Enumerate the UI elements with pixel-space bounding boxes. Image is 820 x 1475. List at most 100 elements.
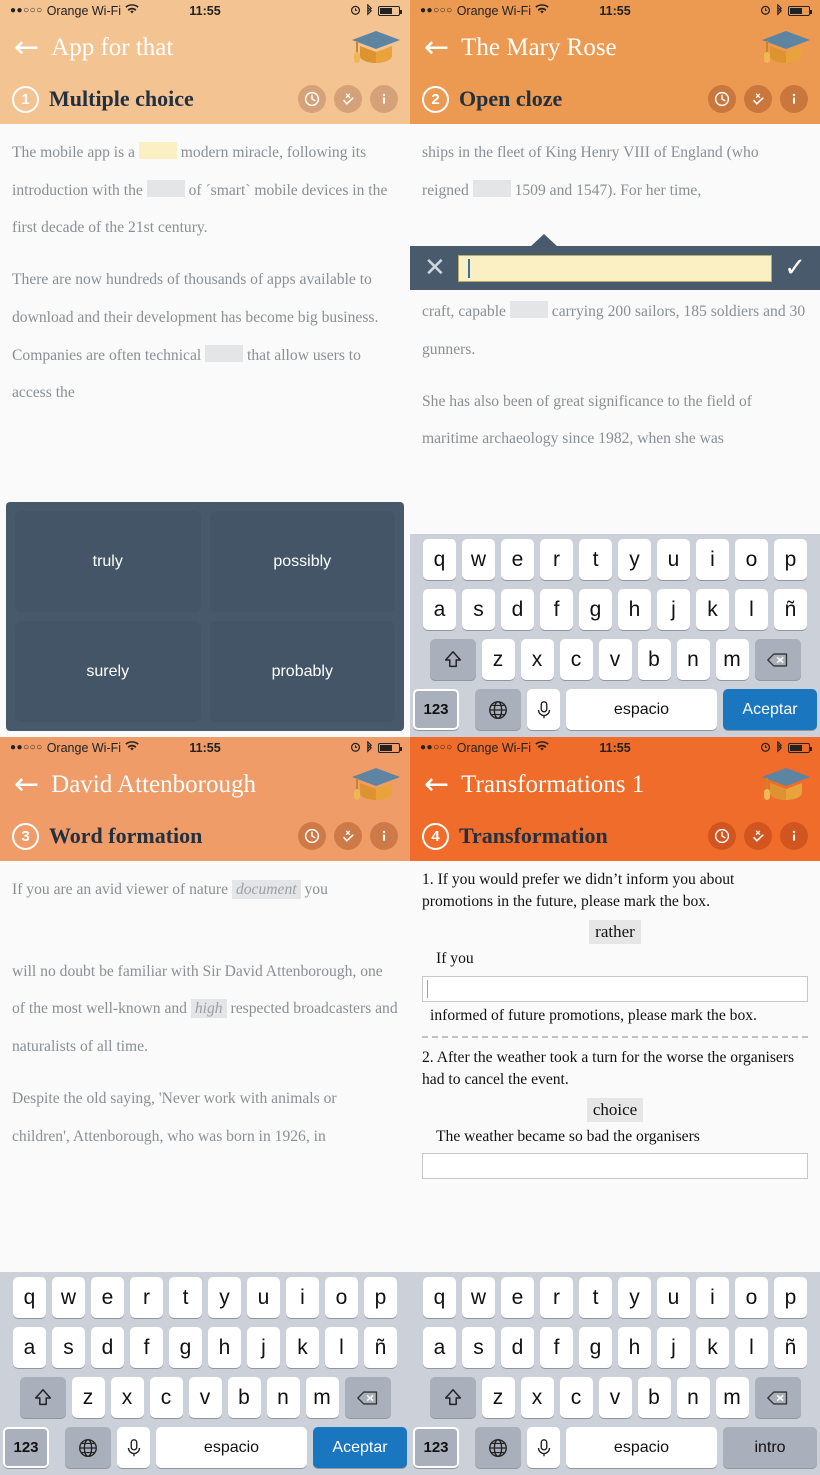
key-l[interactable]: l bbox=[735, 589, 768, 630]
key-a[interactable]: a bbox=[423, 589, 456, 630]
key-i[interactable]: i bbox=[286, 1277, 319, 1318]
key-h[interactable]: h bbox=[618, 589, 651, 630]
key-t[interactable]: t bbox=[579, 1277, 612, 1318]
word-prompt-chip[interactable]: document bbox=[231, 880, 301, 899]
key-n[interactable]: n bbox=[676, 1377, 710, 1418]
backspace-icon[interactable] bbox=[754, 639, 801, 680]
numbers-key[interactable]: 123 bbox=[413, 689, 459, 730]
key-c[interactable]: c bbox=[559, 1377, 593, 1418]
word-prompt-chip[interactable]: high bbox=[190, 999, 227, 1019]
option-button[interactable]: truly bbox=[15, 511, 201, 612]
key-p[interactable]: p bbox=[774, 539, 807, 580]
key-d[interactable]: d bbox=[91, 1327, 124, 1368]
option-button[interactable]: possibly bbox=[209, 511, 395, 612]
space-key[interactable]: espacio bbox=[156, 1427, 307, 1468]
key-o[interactable]: o bbox=[325, 1277, 358, 1318]
key-r[interactable]: r bbox=[130, 1277, 163, 1318]
check-x-icon[interactable] bbox=[334, 822, 362, 850]
option-button[interactable]: probably bbox=[209, 621, 395, 722]
key-s[interactable]: s bbox=[462, 589, 495, 630]
key-m[interactable]: m bbox=[305, 1377, 339, 1418]
key-f[interactable]: f bbox=[540, 589, 573, 630]
info-icon[interactable] bbox=[780, 822, 808, 850]
enter-key[interactable]: intro bbox=[723, 1427, 817, 1468]
numbers-key[interactable]: 123 bbox=[413, 1427, 459, 1468]
key-b[interactable]: b bbox=[637, 1377, 671, 1418]
info-icon[interactable] bbox=[780, 85, 808, 113]
microphone-icon[interactable] bbox=[117, 1427, 150, 1468]
key-u[interactable]: u bbox=[657, 1277, 690, 1318]
space-key[interactable]: espacio bbox=[566, 1427, 717, 1468]
blank-field[interactable] bbox=[472, 179, 511, 197]
key-p[interactable]: p bbox=[774, 1277, 807, 1318]
clock-icon[interactable] bbox=[708, 822, 736, 850]
key-r[interactable]: r bbox=[540, 539, 573, 580]
key-d[interactable]: d bbox=[501, 1327, 534, 1368]
key-e[interactable]: e bbox=[501, 539, 534, 580]
key-g[interactable]: g bbox=[579, 1327, 612, 1368]
clock-icon[interactable] bbox=[298, 822, 326, 850]
key-b[interactable]: b bbox=[227, 1377, 261, 1418]
key-enye[interactable]: ñ bbox=[774, 1327, 807, 1368]
key-j[interactable]: j bbox=[247, 1327, 280, 1368]
cancel-answer-icon[interactable]: ✕ bbox=[424, 255, 446, 281]
microphone-icon[interactable] bbox=[527, 689, 560, 730]
answer-input[interactable] bbox=[457, 254, 773, 282]
key-x[interactable]: x bbox=[110, 1377, 144, 1418]
key-d[interactable]: d bbox=[501, 589, 534, 630]
key-k[interactable]: k bbox=[286, 1327, 319, 1368]
key-o[interactable]: o bbox=[735, 1277, 768, 1318]
blank-field[interactable] bbox=[205, 344, 244, 362]
option-button[interactable]: surely bbox=[15, 621, 201, 722]
key-a[interactable]: a bbox=[13, 1327, 46, 1368]
key-f[interactable]: f bbox=[130, 1327, 163, 1368]
key-l[interactable]: l bbox=[325, 1327, 358, 1368]
key-o[interactable]: o bbox=[735, 539, 768, 580]
key-k[interactable]: k bbox=[696, 1327, 729, 1368]
key-v[interactable]: v bbox=[598, 639, 632, 680]
key-h[interactable]: h bbox=[208, 1327, 241, 1368]
key-q[interactable]: q bbox=[423, 539, 456, 580]
key-x[interactable]: x bbox=[520, 1377, 554, 1418]
answer-input[interactable] bbox=[422, 1153, 808, 1180]
space-key[interactable]: espacio bbox=[566, 689, 717, 730]
key-w[interactable]: w bbox=[52, 1277, 85, 1318]
key-enye[interactable]: ñ bbox=[774, 589, 807, 630]
key-k[interactable]: k bbox=[696, 589, 729, 630]
key-a[interactable]: a bbox=[423, 1327, 456, 1368]
key-m[interactable]: m bbox=[715, 639, 749, 680]
backspace-icon[interactable] bbox=[754, 1377, 801, 1418]
key-q[interactable]: q bbox=[423, 1277, 456, 1318]
key-c[interactable]: c bbox=[149, 1377, 183, 1418]
key-f[interactable]: f bbox=[540, 1327, 573, 1368]
enter-key[interactable]: Aceptar bbox=[723, 689, 817, 730]
key-s[interactable]: s bbox=[52, 1327, 85, 1368]
key-v[interactable]: v bbox=[598, 1377, 632, 1418]
info-icon[interactable] bbox=[370, 85, 398, 113]
globe-icon[interactable] bbox=[65, 1427, 111, 1468]
key-u[interactable]: u bbox=[247, 1277, 280, 1318]
shift-icon[interactable] bbox=[429, 1377, 476, 1418]
backspace-icon[interactable] bbox=[344, 1377, 391, 1418]
key-x[interactable]: x bbox=[520, 639, 554, 680]
key-j[interactable]: j bbox=[657, 589, 690, 630]
back-arrow-icon[interactable]: ← bbox=[424, 33, 449, 63]
confirm-answer-icon[interactable]: ✓ bbox=[784, 255, 806, 281]
key-n[interactable]: n bbox=[676, 639, 710, 680]
clock-icon[interactable] bbox=[298, 85, 326, 113]
key-j[interactable]: j bbox=[657, 1327, 690, 1368]
key-v[interactable]: v bbox=[188, 1377, 222, 1418]
check-x-icon[interactable] bbox=[744, 85, 772, 113]
key-i[interactable]: i bbox=[696, 539, 729, 580]
key-y[interactable]: y bbox=[208, 1277, 241, 1318]
key-p[interactable]: p bbox=[364, 1277, 397, 1318]
key-g[interactable]: g bbox=[169, 1327, 202, 1368]
key-s[interactable]: s bbox=[462, 1327, 495, 1368]
key-r[interactable]: r bbox=[540, 1277, 573, 1318]
clock-icon[interactable] bbox=[708, 85, 736, 113]
key-e[interactable]: e bbox=[501, 1277, 534, 1318]
key-t[interactable]: t bbox=[169, 1277, 202, 1318]
key-c[interactable]: c bbox=[559, 639, 593, 680]
key-g[interactable]: g bbox=[579, 589, 612, 630]
blank-field[interactable] bbox=[138, 142, 177, 159]
